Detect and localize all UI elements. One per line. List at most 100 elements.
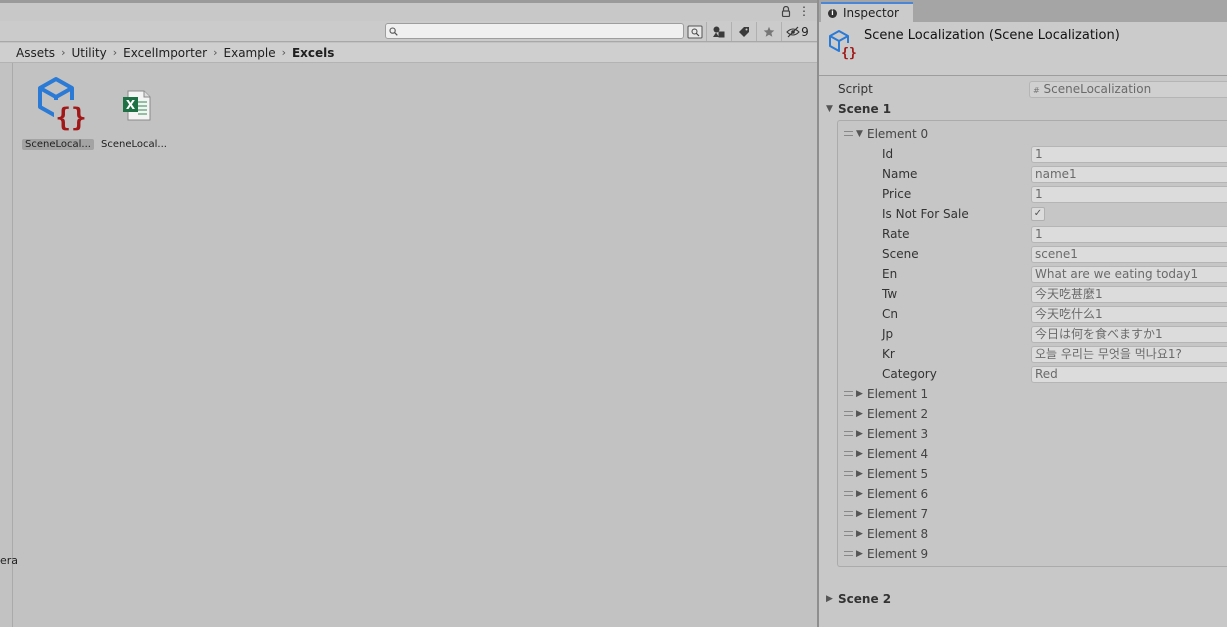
script-field-value: SceneLocalization [1043, 81, 1152, 96]
triangle-right-icon: ▶ [856, 469, 863, 479]
scene2-foldout[interactable]: ▶ Scene 2 [819, 589, 1227, 609]
triangle-right-icon: ▶ [856, 509, 863, 519]
field-input-tw[interactable]: 今天吃甚麼1 [1031, 285, 1227, 303]
drag-handle-icon[interactable] [844, 131, 853, 136]
field-row-name: Name name1 [819, 164, 1227, 184]
script-row: Script # SceneLocalization [819, 79, 1227, 99]
field-row-category: Category Red [819, 364, 1227, 384]
field-label-en: En [882, 267, 898, 281]
favorite-button[interactable] [756, 22, 780, 41]
field-row-is-not-for-sale: Is Not For Sale ✓ [819, 204, 1227, 224]
field-label-price: Price [882, 187, 912, 201]
svg-text:{}: {} [841, 46, 857, 61]
field-input-jp[interactable]: 今日は何を食べますか1 [1031, 325, 1227, 343]
breadcrumb-item-excelimporter[interactable]: ExcelImporter [123, 46, 207, 60]
scene1-foldout[interactable]: ▼ Scene 1 [819, 99, 1227, 119]
star-icon [763, 26, 774, 37]
element7-foldout[interactable]: ▶ Element 7 [819, 504, 1227, 524]
element1-foldout[interactable]: ▶ Element 1 [819, 384, 1227, 404]
field-input-id[interactable]: 1 [1031, 145, 1227, 163]
asset-thumbnail: {} [26, 76, 90, 136]
shapes-icon [712, 26, 724, 37]
lock-icon[interactable] [781, 6, 791, 17]
tag-icon [738, 26, 749, 37]
triangle-right-icon: ▶ [856, 529, 863, 539]
drag-handle-icon[interactable] [844, 471, 853, 476]
field-label-is-not-for-sale: Is Not For Sale [882, 207, 969, 221]
field-label-tw: Tw [882, 287, 898, 301]
script-field[interactable]: # SceneLocalization [1029, 80, 1227, 98]
element6-label: Element 6 [867, 487, 929, 501]
element2-label: Element 2 [867, 407, 929, 421]
breadcrumb-item-assets[interactable]: Assets [16, 46, 55, 60]
category-dropdown[interactable]: Red [1031, 365, 1227, 383]
asset-thumbnail: X [102, 76, 166, 136]
element1-label: Element 1 [867, 387, 929, 401]
info-icon: i [828, 8, 837, 18]
field-row-scene: Scene scene1 [819, 244, 1227, 264]
drag-handle-icon[interactable] [844, 531, 853, 536]
breadcrumb-item-example[interactable]: Example [224, 46, 276, 60]
field-input-kr[interactable]: 오늘 우리는 무엇을 먹나요1? [1031, 345, 1227, 363]
element0-foldout[interactable]: ▼ Element 0 [819, 124, 1227, 144]
scene1-label: Scene 1 [838, 102, 892, 116]
field-input-scene[interactable]: scene1 [1031, 245, 1227, 263]
element9-label: Element 9 [867, 547, 929, 561]
field-input-price[interactable]: 1 [1031, 185, 1227, 203]
drag-handle-icon[interactable] [844, 391, 853, 396]
search-by-type-button[interactable] [683, 22, 707, 41]
field-row-tw: Tw 今天吃甚麼1 [819, 284, 1227, 304]
element5-foldout[interactable]: ▶ Element 5 [819, 464, 1227, 484]
tab-inspector[interactable]: i Inspector [821, 2, 913, 22]
breadcrumb-item-excels[interactable]: Excels [292, 46, 334, 60]
project-panel: ⋮ 9 Assets › Utility › ExcelImporter › E… [0, 0, 817, 627]
triangle-down-icon: ▼ [856, 129, 863, 139]
field-input-en[interactable]: What are we eating today1 [1031, 265, 1227, 283]
search-icon [389, 27, 398, 36]
field-input-name[interactable]: name1 [1031, 165, 1227, 183]
triangle-down-icon: ▼ [826, 104, 833, 114]
element8-label: Element 8 [867, 527, 929, 541]
inspector-panel: i Inspector {} Scene Localization (Scene… [817, 0, 1227, 627]
drag-handle-icon[interactable] [844, 551, 853, 556]
field-row-price: Price 1 [819, 184, 1227, 204]
inspector-tab-bar: i Inspector [819, 0, 1227, 22]
drag-handle-icon[interactable] [844, 451, 853, 456]
element8-foldout[interactable]: ▶ Element 8 [819, 524, 1227, 544]
element5-label: Element 5 [867, 467, 929, 481]
field-row-id: Id 1 [819, 144, 1227, 164]
breadcrumb-item-utility[interactable]: Utility [71, 46, 106, 60]
search-input[interactable] [385, 23, 684, 39]
more-options-icon[interactable]: ⋮ [798, 5, 810, 18]
field-label-jp: Jp [882, 327, 894, 341]
folder-tree-edge[interactable] [0, 63, 13, 627]
element6-foldout[interactable]: ▶ Element 6 [819, 484, 1227, 504]
hidden-packages-button[interactable]: 9 [781, 22, 813, 41]
script-file-icon: # [1033, 85, 1040, 95]
element2-foldout[interactable]: ▶ Element 2 [819, 404, 1227, 424]
drag-handle-icon[interactable] [844, 511, 853, 516]
element4-foldout[interactable]: ▶ Element 4 [819, 444, 1227, 464]
element0-label: Element 0 [867, 127, 929, 141]
breadcrumb: Assets › Utility › ExcelImporter › Examp… [0, 43, 817, 63]
drag-handle-icon[interactable] [844, 491, 853, 496]
is-not-for-sale-checkbox[interactable]: ✓ [1031, 207, 1045, 221]
chevron-right-icon: › [112, 46, 118, 59]
asset-scene-localization[interactable]: {} SceneLocal... [22, 76, 94, 150]
field-input-rate[interactable]: 1 [1031, 225, 1227, 243]
field-row-kr: Kr 오늘 우리는 무엇을 먹나요1? [819, 344, 1227, 364]
scriptable-object-icon: {} [38, 77, 88, 133]
element4-label: Element 4 [867, 447, 929, 461]
search-by-label-button[interactable] [731, 22, 755, 41]
drag-handle-icon[interactable] [844, 431, 853, 436]
element9-foldout[interactable]: ▶ Element 9 [819, 544, 1227, 564]
asset-scene-localization-excel[interactable]: X SceneLocal... [98, 76, 170, 150]
field-label-rate: Rate [882, 227, 910, 241]
triangle-right-icon: ▶ [856, 389, 863, 399]
search-filter-icon [687, 25, 703, 38]
element3-foldout[interactable]: ▶ Element 3 [819, 424, 1227, 444]
search-by-type-filter-button[interactable] [706, 22, 730, 41]
field-input-cn[interactable]: 今天吃什么1 [1031, 305, 1227, 323]
field-row-cn: Cn 今天吃什么1 [819, 304, 1227, 324]
drag-handle-icon[interactable] [844, 411, 853, 416]
